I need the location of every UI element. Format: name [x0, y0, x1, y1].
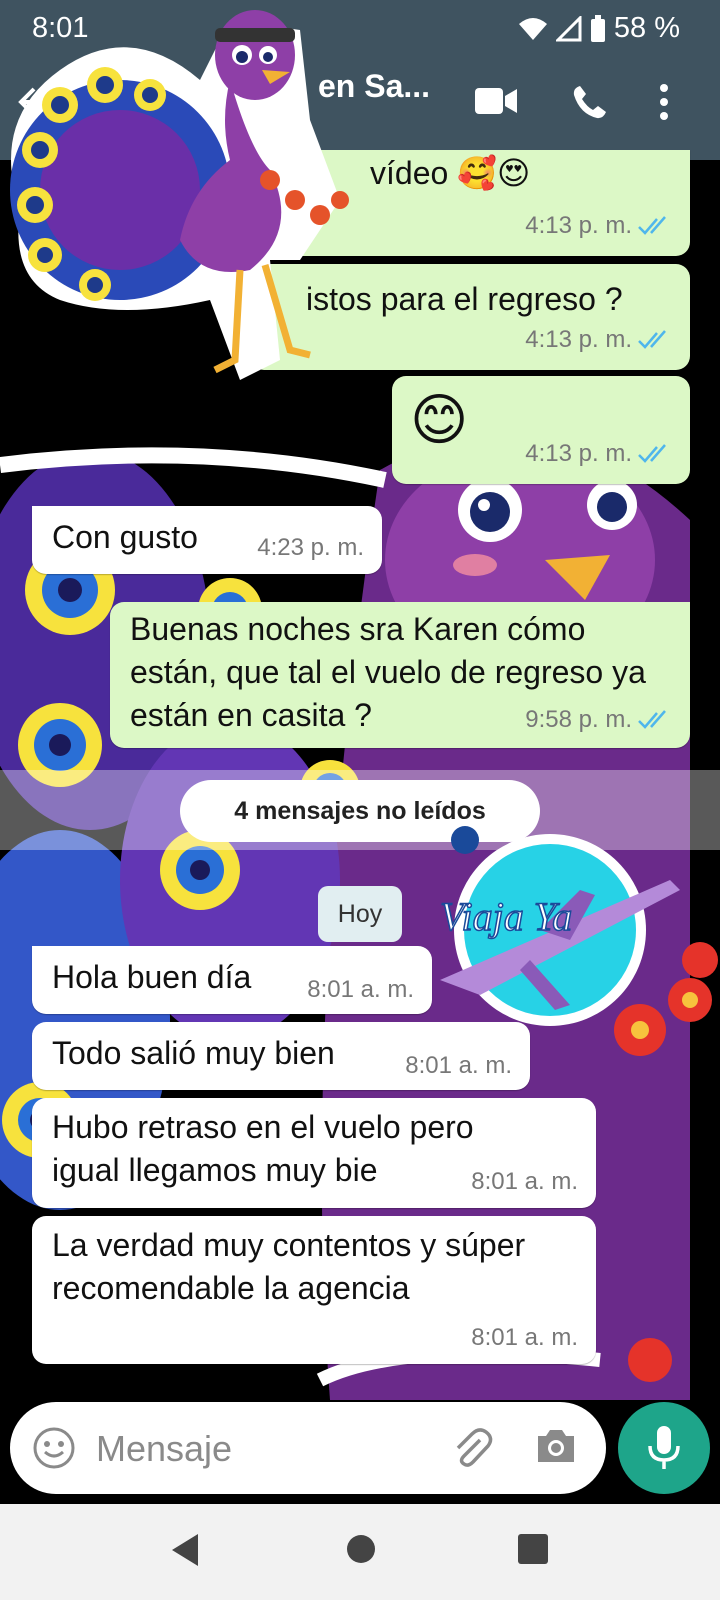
message-time: 8:01 a. m. — [471, 1323, 578, 1351]
nav-recent-icon[interactable] — [518, 1534, 548, 1564]
video-call-icon[interactable] — [475, 86, 517, 116]
message-text: Todo salió muy bien — [52, 1035, 335, 1071]
emoji-icon[interactable] — [32, 1426, 76, 1470]
message-bubble[interactable]: Hola buen día 8:01 a. m. — [32, 946, 432, 1014]
read-ticks-icon — [638, 444, 666, 463]
peacock-sticker — [10, 10, 349, 380]
viaja-ya-logo: Viaja Ya — [439, 826, 680, 1026]
message-input-bar[interactable]: Mensaje — [10, 1402, 606, 1494]
message-time: 4:13 p. m. — [525, 325, 632, 353]
message-meta: 8:01 a. m. — [471, 1166, 578, 1198]
message-time: 4:13 p. m. — [525, 439, 632, 467]
message-bubble[interactable]: Hubo retraso en el vuelo pero igual lleg… — [32, 1098, 596, 1208]
mic-icon — [648, 1426, 680, 1469]
message-bubble[interactable]: La verdad muy contentos y súper recomend… — [32, 1216, 596, 1364]
status-icons: 58 % — [518, 12, 680, 45]
battery-icon — [590, 14, 605, 42]
mic-button[interactable] — [618, 1402, 710, 1494]
message-meta: 9:58 p. m. — [525, 704, 672, 736]
message-text: La verdad muy contentos y súper recomend… — [52, 1227, 526, 1306]
message-bubble[interactable]: Con gusto 4:23 p. m. — [32, 506, 382, 574]
message-text: Hubo retraso en el vuelo pero igual lleg… — [52, 1109, 474, 1188]
message-emoji: 😊 — [410, 388, 469, 451]
read-ticks-icon — [638, 216, 666, 235]
nav-back-icon[interactable] — [172, 1534, 200, 1566]
message-time: 4:13 p. m. — [525, 211, 632, 239]
camera-icon[interactable] — [534, 1426, 578, 1466]
read-ticks-icon — [638, 330, 666, 349]
system-nav-bar — [0, 1504, 720, 1600]
svg-text:Viaja Ya: Viaja Ya — [440, 894, 572, 939]
message-bubble[interactable]: 😊 4:13 p. m. — [392, 376, 690, 484]
phone-icon[interactable] — [572, 84, 608, 120]
message-meta: 4:13 p. m. — [525, 438, 672, 470]
wifi-icon — [518, 17, 547, 40]
message-meta: 4:13 p. m. — [525, 210, 672, 242]
message-meta: 4:13 p. m. — [525, 324, 672, 356]
message-text: Hola buen día — [52, 959, 252, 995]
battery-percent: 58 % — [613, 12, 680, 44]
message-time: 9:58 p. m. — [525, 705, 632, 733]
attach-icon[interactable] — [450, 1426, 494, 1470]
message-meta: 8:01 a. m. — [471, 1322, 578, 1354]
signal-icon — [555, 15, 582, 41]
read-ticks-icon — [638, 710, 666, 729]
message-input[interactable]: Mensaje — [96, 1428, 232, 1470]
message-meta: 4:23 p. m. — [257, 532, 364, 564]
message-bubble[interactable]: Buenas noches sra Karen cómo están, que … — [110, 602, 690, 748]
more-vert-icon[interactable] — [660, 84, 668, 120]
message-text: vídeo 🥰😍 — [370, 155, 531, 191]
message-time: 8:01 a. m. — [471, 1167, 578, 1195]
nav-home-icon[interactable] — [346, 1534, 376, 1564]
message-time: 4:23 p. m. — [257, 533, 364, 561]
message-text: Con gusto — [52, 519, 198, 555]
